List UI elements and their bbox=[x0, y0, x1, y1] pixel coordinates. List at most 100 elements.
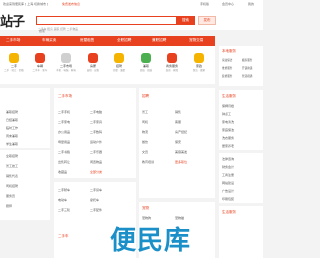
category-icon bbox=[88, 53, 98, 63]
card-link[interactable]: 二手乐器 bbox=[90, 150, 102, 154]
card-link[interactable]: 广告设计 bbox=[222, 189, 234, 193]
left-link[interactable]: 周末兼职 bbox=[6, 134, 18, 138]
left-link[interactable]: 厨师 bbox=[6, 204, 12, 208]
left-link[interactable]: 日结兼职 bbox=[6, 118, 18, 122]
main-nav: 二手市场 车辆买卖 房屋租售 全职招聘 兼职招聘 宠物交易 bbox=[0, 36, 215, 46]
card-link[interactable]: 二手电脑 bbox=[90, 110, 102, 114]
category-icon bbox=[141, 53, 151, 63]
post-info-link[interactable]: 免费发布信息 bbox=[62, 2, 80, 6]
card-title: 二手市场 bbox=[58, 94, 72, 98]
category-item[interactable]: 招聘 全职 · 兼职 bbox=[106, 48, 132, 72]
right-panel-item[interactable]: 装修服务 bbox=[222, 74, 232, 78]
card-link[interactable]: 法律咨询 bbox=[222, 157, 234, 161]
card-link[interactable]: 房产经纪 bbox=[175, 130, 187, 134]
category-icon bbox=[114, 53, 124, 63]
hot-words: 二手车 租房 兼职 招聘 二手物品 bbox=[38, 27, 78, 31]
right-panel-item[interactable]: 开锁换锁 bbox=[242, 66, 252, 70]
card-link[interactable]: 二手手机 bbox=[58, 110, 70, 114]
right-panel-item[interactable]: 搬家服务 bbox=[242, 58, 252, 62]
right-panel: 本地服务 家政保洁 搬家服务 维修服务 开锁换锁 装修服务 管道疏通 bbox=[219, 46, 263, 86]
card-link[interactable]: 餐饮 bbox=[142, 140, 148, 144]
left-link[interactable]: 学生兼职 bbox=[6, 142, 18, 146]
site-logo[interactable]: 站子 bbox=[0, 11, 25, 30]
card-link[interactable]: 更多职位 bbox=[175, 160, 187, 164]
category-item[interactable]: 二手 二手 · 转让 · 回收 bbox=[1, 48, 27, 72]
mobile-link[interactable]: 手机版 bbox=[200, 2, 209, 6]
card-link[interactable]: 母婴用品 bbox=[58, 140, 70, 144]
welcome-text: 欢迎来到便民库 [ 上海·切换城市 ] bbox=[3, 2, 49, 6]
card-link[interactable]: 物流 bbox=[142, 130, 148, 134]
card-link[interactable]: 家庭保洁 bbox=[222, 128, 234, 132]
left-link[interactable]: 全职招聘 bbox=[6, 154, 18, 158]
category-icon bbox=[61, 53, 71, 63]
card-link[interactable]: 二手货车 bbox=[90, 188, 102, 192]
card-link[interactable]: 二手三轮 bbox=[58, 208, 70, 212]
nav-item[interactable]: 宠物交易 bbox=[189, 38, 203, 43]
nav-item[interactable]: 兼职招聘 bbox=[152, 38, 166, 43]
card-link[interactable]: 客服 bbox=[175, 120, 181, 124]
card-link[interactable]: 文员 bbox=[142, 150, 148, 154]
card-link[interactable]: 运动户外 bbox=[90, 140, 102, 144]
card-link[interactable]: 家电清洗 bbox=[222, 120, 234, 124]
nav-item[interactable]: 二手市场 bbox=[6, 38, 20, 43]
nav-item[interactable]: 车辆买卖 bbox=[42, 38, 56, 43]
category-item[interactable]: 房屋 出租 · 出售 bbox=[80, 48, 106, 72]
search-button[interactable]: 搜索 bbox=[176, 16, 195, 25]
card-link[interactable]: 保姆月嫂 bbox=[222, 104, 234, 108]
card-link[interactable]: 电动车 bbox=[58, 198, 67, 202]
card-link[interactable]: 洗衣服务 bbox=[222, 136, 234, 140]
card-link[interactable]: 普工 bbox=[142, 110, 148, 114]
card-link[interactable]: 钟点工 bbox=[222, 112, 231, 116]
category-item[interactable]: 二手市场 手机 · 电脑 · 家电 bbox=[53, 48, 79, 72]
card-title: 招聘 bbox=[142, 94, 149, 98]
card-link[interactable]: 财务会计 bbox=[222, 165, 234, 169]
card-link[interactable]: 二手书籍 bbox=[58, 150, 70, 154]
card-link[interactable]: 工商注册 bbox=[222, 173, 234, 177]
left-link[interactable]: 兼职招聘 bbox=[6, 110, 18, 114]
category-item[interactable]: 兼职 日结 · 周结 bbox=[133, 48, 159, 72]
category-item[interactable]: 车辆 二手车 · 新车 bbox=[27, 48, 53, 72]
card-link[interactable]: 教育培训 bbox=[142, 160, 154, 164]
right-panel-item[interactable]: 维修服务 bbox=[222, 66, 232, 70]
card-link[interactable]: 销售 bbox=[175, 110, 181, 114]
card-link[interactable]: 闲置物品 bbox=[90, 160, 102, 164]
card-link[interactable]: 二手轿车 bbox=[58, 188, 70, 192]
right-panel-title: 本地服务 bbox=[222, 49, 236, 53]
left-link[interactable]: 普工技工 bbox=[6, 164, 18, 168]
left-link[interactable]: 司机招聘 bbox=[6, 184, 18, 188]
card-link[interactable]: 二手数码 bbox=[90, 130, 102, 134]
card-link[interactable]: 二手家具 bbox=[90, 120, 102, 124]
member-link[interactable]: 会员中心 bbox=[222, 2, 234, 6]
top-bar: 欢迎来到便民库 [ 上海·切换城市 ] 免费发布信息 手机版 会员中心 我的 bbox=[0, 0, 263, 8]
card-services-right: 生活服务 保姆月嫂 钟点工 家电清洗 家庭保洁 洗衣服务 居家养老 bbox=[219, 90, 263, 150]
card-link[interactable]: 办公用品 bbox=[58, 130, 70, 134]
card-link[interactable]: 网站建设 bbox=[222, 181, 234, 185]
card-link[interactable]: 保安 bbox=[175, 140, 181, 144]
left-link[interactable]: 销售代表 bbox=[6, 174, 18, 178]
card-link[interactable]: 二手配件 bbox=[90, 208, 102, 212]
card-link[interactable]: 印刷包装 bbox=[222, 197, 234, 201]
nav-item[interactable]: 全职招聘 bbox=[117, 38, 131, 43]
left-link[interactable]: 临时工作 bbox=[6, 126, 18, 130]
card-link[interactable]: 全部分类 bbox=[90, 170, 102, 174]
card-link[interactable]: 摩托车 bbox=[90, 198, 99, 202]
right-panel-item[interactable]: 家政保洁 bbox=[222, 58, 232, 62]
card-link[interactable]: 二手家电 bbox=[58, 120, 70, 124]
category-item[interactable]: 商务服务 装修 · 家政 bbox=[159, 48, 185, 72]
search-box: 搜索 bbox=[36, 16, 195, 35]
category-icon bbox=[9, 53, 19, 63]
left-link[interactable]: 服务员 bbox=[6, 194, 15, 198]
card-link[interactable]: 司机 bbox=[142, 120, 148, 124]
nav-item[interactable]: 房屋租售 bbox=[80, 38, 94, 43]
my-link[interactable]: 我的 bbox=[248, 2, 254, 6]
card-biz-right: 法律咨询 财务会计 工商注册 网站建设 广告设计 印刷包装 bbox=[219, 153, 263, 203]
category-item[interactable]: 家政 保洁 · 搬家 bbox=[186, 48, 212, 72]
left-card-1: 兼职招聘 日结兼职 临时工作 周末兼职 学生兼职 bbox=[0, 88, 50, 148]
category-icon bbox=[167, 53, 177, 63]
card-link[interactable]: 美容美发 bbox=[175, 150, 187, 154]
card-link[interactable]: 出售转让 bbox=[58, 160, 70, 164]
right-panel-item[interactable]: 管道疏通 bbox=[242, 74, 252, 78]
card-link[interactable]: 居家养老 bbox=[222, 144, 234, 148]
card-link[interactable]: 收藏品 bbox=[58, 170, 67, 174]
post-button[interactable]: 发布 bbox=[198, 16, 216, 25]
